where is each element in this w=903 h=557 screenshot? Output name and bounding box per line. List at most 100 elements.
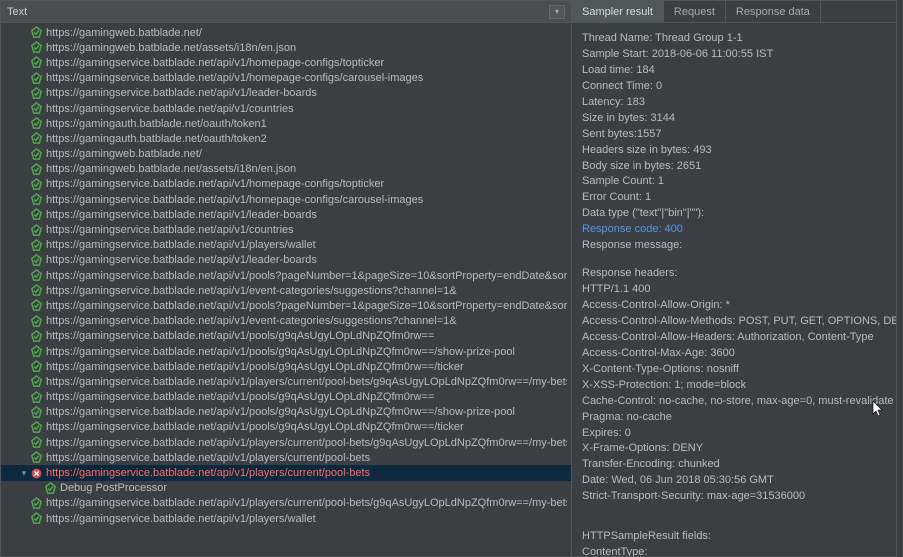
tree-row[interactable]: https://gamingservice.batblade.net/api/v…: [1, 390, 571, 405]
tree-row[interactable]: https://gamingservice.batblade.net/api/v…: [1, 435, 571, 450]
detail-line: Access-Control-Max-Age: 3600: [582, 346, 886, 362]
status-success-icon: [29, 26, 43, 40]
tree-row[interactable]: https://gamingservice.batblade.net/api/v…: [1, 359, 571, 374]
status-success-icon: [29, 420, 43, 434]
detail-line: Expires: 0: [582, 426, 886, 442]
tree-row-label: https://gamingservice.batblade.net/api/v…: [46, 467, 370, 479]
status-success-icon: [29, 496, 43, 510]
status-success-icon: [29, 117, 43, 131]
detail-body[interactable]: Thread Name: Thread Group 1-1Sample Star…: [572, 23, 896, 556]
status-success-icon: [43, 481, 57, 495]
tree-row[interactable]: https://gamingservice.batblade.net/api/v…: [1, 238, 571, 253]
tree-row-label: https://gamingservice.batblade.net/api/v…: [46, 57, 384, 69]
detail-line: X-XSS-Protection: 1; mode=block: [582, 378, 886, 394]
tree-row[interactable]: https://gamingauth.batblade.net/oauth/to…: [1, 116, 571, 131]
status-success-icon: [29, 436, 43, 450]
detail-line: Error Count: 1: [582, 190, 886, 206]
column-dropdown-button[interactable]: ▾: [549, 5, 565, 19]
tree-row[interactable]: https://gamingservice.batblade.net/api/v…: [1, 374, 571, 389]
tree-row[interactable]: https://gamingservice.batblade.net/api/v…: [1, 511, 571, 526]
detail-line: Strict-Transport-Security: max-age=31536…: [582, 489, 886, 505]
tree-row[interactable]: https://gamingservice.batblade.net/api/v…: [1, 71, 571, 86]
tree-row-label: https://gamingservice.batblade.net/api/v…: [46, 376, 567, 388]
tree-row[interactable]: https://gamingservice.batblade.net/api/v…: [1, 344, 571, 359]
tree-row[interactable]: https://gamingweb.batblade.net/assets/i1…: [1, 162, 571, 177]
tree-row-label: https://gamingservice.batblade.net/api/v…: [46, 87, 317, 99]
tree-row[interactable]: https://gamingservice.batblade.net/api/v…: [1, 329, 571, 344]
tree-row[interactable]: https://gamingservice.batblade.net/api/v…: [1, 496, 571, 511]
tree-row[interactable]: https://gamingweb.batblade.net/: [1, 147, 571, 162]
tree-body[interactable]: https://gamingweb.batblade.net/https://g…: [1, 23, 571, 556]
status-success-icon: [29, 512, 43, 526]
detail-line: Access-Control-Allow-Methods: POST, PUT,…: [582, 314, 886, 330]
tree-row-label: https://gamingservice.batblade.net/api/v…: [46, 194, 423, 206]
tree-row[interactable]: https://gamingservice.batblade.net/api/v…: [1, 283, 571, 298]
tree-row[interactable]: https://gamingservice.batblade.net/api/v…: [1, 86, 571, 101]
tree-row-label: https://gamingservice.batblade.net/api/v…: [46, 224, 294, 236]
tree-row[interactable]: https://gamingservice.batblade.net/api/v…: [1, 405, 571, 420]
detail-line: Size in bytes: 3144: [582, 111, 886, 127]
tree-row[interactable]: https://gamingservice.batblade.net/api/v…: [1, 192, 571, 207]
status-success-icon: [29, 390, 43, 404]
tree-row[interactable]: Debug PostProcessor: [1, 481, 571, 496]
tab-sampler-result[interactable]: Sampler result: [572, 1, 664, 22]
tree-row-label: https://gamingservice.batblade.net/api/v…: [46, 421, 464, 433]
status-success-icon: [29, 253, 43, 267]
status-success-icon: [29, 147, 43, 161]
tree-row-label: https://gamingservice.batblade.net/api/v…: [46, 497, 567, 509]
detail-line: X-Content-Type-Options: nosniff: [582, 362, 886, 378]
detail-line: Date: Wed, 06 Jun 2018 05:30:56 GMT: [582, 473, 886, 489]
detail-line: Cache-Control: no-cache, no-store, max-a…: [582, 394, 886, 410]
detail-line: Sent bytes:1557: [582, 127, 886, 143]
status-success-icon: [29, 208, 43, 222]
tree-row-label: https://gamingservice.batblade.net/api/v…: [46, 315, 457, 327]
tree-row[interactable]: https://gamingservice.batblade.net/api/v…: [1, 253, 571, 268]
tab-request[interactable]: Request: [664, 1, 726, 22]
detail-line: Response headers:: [582, 266, 886, 282]
tab-response-data[interactable]: Response data: [726, 1, 821, 22]
status-success-icon: [29, 41, 43, 55]
tree-row-label: Debug PostProcessor: [60, 482, 167, 494]
tree-row-label: https://gamingservice.batblade.net/api/v…: [46, 346, 515, 358]
tree-row[interactable]: https://gamingservice.batblade.net/api/v…: [1, 101, 571, 116]
status-success-icon: [29, 329, 43, 343]
tree-row[interactable]: https://gamingservice.batblade.net/api/v…: [1, 55, 571, 70]
detail-line: HTTP/1.1 400: [582, 282, 886, 298]
tree-row[interactable]: https://gamingservice.batblade.net/api/v…: [1, 450, 571, 465]
status-success-icon: [29, 223, 43, 237]
tree-row-label: https://gamingservice.batblade.net/api/v…: [46, 330, 434, 342]
status-success-icon: [29, 314, 43, 328]
detail-line: Transfer-Encoding: chunked: [582, 457, 886, 473]
detail-line: Response code: 400: [582, 222, 886, 238]
tree-row[interactable]: https://gamingservice.batblade.net/api/v…: [1, 207, 571, 222]
tree-row[interactable]: https://gamingservice.batblade.net/api/v…: [1, 298, 571, 313]
status-success-icon: [29, 375, 43, 389]
status-success-icon: [29, 299, 43, 313]
tree-row-label: https://gamingweb.batblade.net/: [46, 148, 202, 160]
detail-line: Sample Start: 2018-06-06 11:00:55 IST: [582, 47, 886, 63]
tree-row[interactable]: https://gamingweb.batblade.net/assets/i1…: [1, 40, 571, 55]
tree-row[interactable]: ▾ https://gamingservice.batblade.net/api/…: [1, 465, 571, 480]
tree-row-label: https://gamingweb.batblade.net/: [46, 27, 202, 39]
tree-row[interactable]: https://gamingservice.batblade.net/api/v…: [1, 314, 571, 329]
results-tree-panel: Text ▾ https://gamingweb.batblade.net/ht…: [0, 0, 572, 557]
tree-row-label: https://gamingservice.batblade.net/api/v…: [46, 513, 316, 525]
status-success-icon: [29, 71, 43, 85]
tree-row[interactable]: https://gamingservice.batblade.net/api/v…: [1, 268, 571, 283]
tree-row[interactable]: https://gamingservice.batblade.net/api/v…: [1, 177, 571, 192]
tree-row[interactable]: https://gamingauth.batblade.net/oauth/to…: [1, 131, 571, 146]
detail-line: Thread Name: Thread Group 1-1: [582, 31, 886, 47]
tree-row[interactable]: https://gamingservice.batblade.net/api/v…: [1, 420, 571, 435]
detail-line: Body size in bytes: 2651: [582, 159, 886, 175]
tree-row-label: https://gamingservice.batblade.net/api/v…: [46, 437, 567, 449]
chevron-down-icon[interactable]: ▾: [19, 468, 29, 479]
status-success-icon: [29, 345, 43, 359]
tree-row-label: https://gamingservice.batblade.net/api/v…: [46, 406, 515, 418]
tree-row[interactable]: https://gamingweb.batblade.net/: [1, 25, 571, 40]
detail-line: HTTPSampleResult fields:: [582, 529, 886, 545]
status-success-icon: [29, 162, 43, 176]
status-success-icon: [29, 238, 43, 252]
column-header-label: Text: [7, 6, 549, 18]
tree-row[interactable]: https://gamingservice.batblade.net/api/v…: [1, 222, 571, 237]
detail-line: Access-Control-Allow-Headers: Authorizat…: [582, 330, 886, 346]
